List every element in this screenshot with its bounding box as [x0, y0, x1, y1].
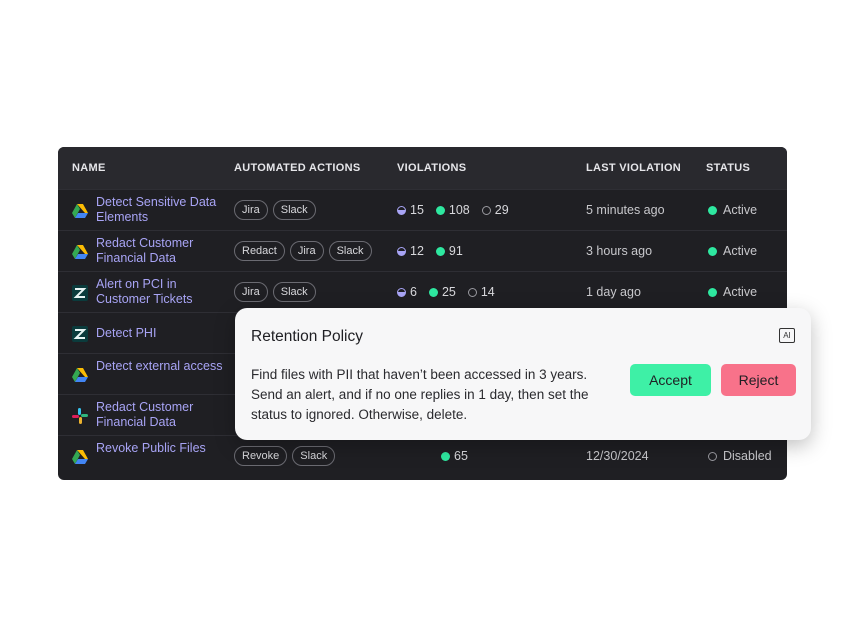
status-label: Active: [723, 285, 758, 299]
violation-count: 6: [410, 285, 417, 299]
active-dot-icon: [708, 246, 717, 256]
slack-icon: [72, 408, 88, 424]
action-pill: Jira: [289, 241, 324, 261]
status-badge: Active: [708, 285, 757, 299]
ai-badge: AI: [779, 328, 795, 343]
policy-name[interactable]: Detect PHI: [96, 326, 226, 341]
table-row[interactable]: Detect Sensitive Data Elements Jira Slac…: [58, 189, 787, 231]
header-name: NAME: [72, 162, 106, 174]
violations: 6 25 14: [397, 285, 495, 299]
google-drive-icon: [72, 368, 88, 382]
action-pill: Slack: [272, 200, 316, 220]
table-row[interactable]: Alert on PCI in Customer Tickets Jira Sl…: [58, 271, 787, 313]
google-drive-icon: [72, 204, 88, 218]
table-row[interactable]: Redact Customer Financial Data Redact Ji…: [58, 230, 787, 272]
violation-count: 29: [494, 203, 509, 217]
status-label: Active: [723, 203, 758, 217]
automated-actions: Redact Jira Slack: [234, 241, 372, 261]
violations: 65: [441, 449, 468, 463]
green-dot-icon: [428, 287, 438, 297]
status-label: Disabled: [723, 449, 772, 463]
action-pill: Jira: [234, 200, 268, 220]
popup-body: Find files with PII that haven’t been ac…: [251, 367, 589, 422]
last-violation: 1 day ago: [586, 285, 641, 299]
violation-count: 108: [448, 203, 470, 217]
popup-title: Retention Policy: [251, 328, 364, 345]
last-violation: 5 minutes ago: [586, 203, 665, 217]
accept-button[interactable]: Accept: [630, 364, 711, 396]
violation-count: 12: [410, 244, 424, 258]
table-header: NAME AUTOMATED ACTIONS VIOLATIONS LAST V…: [58, 147, 787, 189]
status-label: Active: [723, 244, 758, 258]
google-drive-icon: [72, 245, 88, 259]
policy-name[interactable]: Redact Customer Financial Data: [96, 236, 226, 266]
last-violation: 12/30/2024: [586, 449, 649, 463]
violation-count: 15: [410, 203, 424, 217]
status-badge: Active: [708, 203, 757, 217]
violation-count: 91: [448, 244, 463, 258]
header-violations: VIOLATIONS: [397, 162, 467, 174]
header-status: STATUS: [706, 162, 751, 174]
action-pill: Jira: [234, 282, 268, 302]
status-badge: Disabled: [708, 449, 772, 463]
green-dot-icon: [441, 451, 450, 461]
table-row[interactable]: Revoke Public Files Revoke Slack 65 12/3…: [58, 435, 787, 477]
disabled-ring-icon: [708, 451, 717, 461]
google-drive-icon: [72, 450, 88, 464]
action-pill: Slack: [328, 241, 372, 261]
action-pill: Revoke: [234, 446, 288, 466]
violations: 15 108 29: [397, 203, 509, 217]
policy-name[interactable]: Revoke Public Files: [96, 441, 226, 456]
automated-actions: Jira Slack: [234, 200, 316, 220]
policy-name[interactable]: Alert on PCI in Customer Tickets: [96, 277, 226, 307]
violation-count: 14: [480, 285, 495, 299]
ring-icon: [481, 205, 491, 215]
retention-policy-popup: Retention Policy AI Find files with PII …: [235, 308, 811, 440]
automated-actions: Revoke Slack: [234, 446, 336, 466]
violation-count: 25: [441, 285, 456, 299]
green-dot-icon: [435, 205, 445, 215]
policy-name[interactable]: Detect Sensitive Data Elements: [96, 195, 226, 225]
status-badge: Active: [708, 244, 757, 258]
automated-actions: Jira Slack: [234, 282, 316, 302]
half-circle-icon: [397, 287, 406, 297]
zendesk-icon: [72, 326, 88, 342]
action-pill: Redact: [234, 241, 285, 261]
action-pill: Slack: [272, 282, 316, 302]
reject-button[interactable]: Reject: [721, 364, 796, 396]
header-actions: AUTOMATED ACTIONS: [234, 162, 361, 174]
violations: 12 91: [397, 244, 463, 258]
action-pill: Slack: [292, 446, 336, 466]
half-circle-icon: [397, 246, 406, 256]
header-last-violation: LAST VIOLATION: [586, 162, 682, 174]
active-dot-icon: [708, 205, 717, 215]
active-dot-icon: [708, 287, 717, 297]
violation-count: 65: [454, 449, 468, 463]
last-violation: 3 hours ago: [586, 244, 653, 258]
policy-name[interactable]: Redact Customer Financial Data: [96, 400, 226, 430]
zendesk-icon: [72, 285, 88, 301]
policy-name[interactable]: Detect external access: [96, 359, 226, 374]
ring-icon: [467, 287, 477, 297]
half-circle-icon: [397, 205, 406, 215]
green-dot-icon: [435, 246, 445, 256]
